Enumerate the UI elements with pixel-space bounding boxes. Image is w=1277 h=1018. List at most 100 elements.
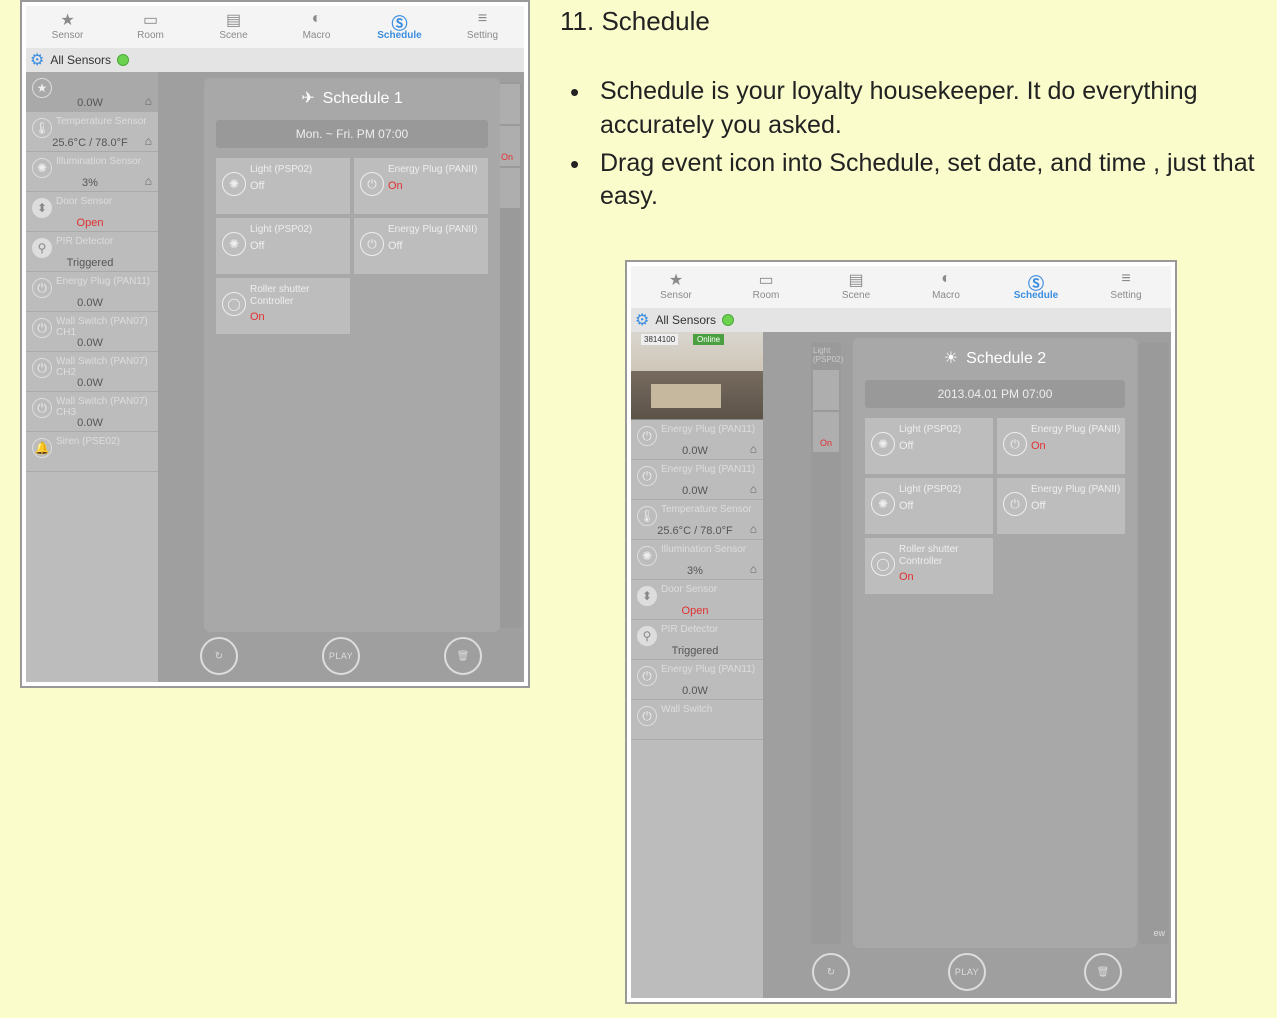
device-tile[interactable]: ⏻Energy Plug (PANII)On [997,418,1125,474]
sensor-value: 0.0W [30,337,150,349]
sensor-row[interactable]: ⏻Energy Plug (PAN11)0.0W⌂ [631,420,763,460]
setting-icon: ≡ [478,10,487,28]
camera-thumbnail[interactable]: 3814100 Online [631,332,763,420]
play-button[interactable]: PLAY [948,953,986,991]
tab-schedule[interactable]: ⓈSchedule [358,6,441,48]
sensor-row[interactable]: ✺Illumination Sensor3%⌂ [631,540,763,580]
tab-schedule[interactable]: ⓈSchedule [991,266,1081,308]
sensor-icon: ⏻ [637,706,657,726]
tab-macro[interactable]: ◐Macro [275,6,358,48]
device-tile[interactable]: ⏻Energy Plug (PANII)Off [997,478,1125,534]
sensor-row[interactable]: ⏻Wall Switch (PAN07) CH30.0W [26,392,158,432]
sensor-label: Door Sensor [661,580,763,595]
device-grid: ✺Light (PSP02)Off⏻Energy Plug (PANII)On✺… [853,418,1137,594]
schedule-card[interactable]: ✈Schedule 1 Mon. ~ Fri. PM 07:00 ✺Light … [204,78,500,632]
sensor-icon: ⚲ [32,238,52,258]
sensor-row[interactable]: ⏻Wall Switch (PAN07) CH10.0W [26,312,158,352]
sensor-row[interactable]: ⏻Energy Plug (PAN11)0.0W⌂ [631,460,763,500]
sensor-row[interactable]: ⏻ Wall Switch [631,700,763,740]
sensor-row[interactable]: ⏻Wall Switch (PAN07) CH20.0W [26,352,158,392]
device-state: On [250,311,265,323]
refresh-button[interactable]: ↻ [200,637,238,675]
trash-button[interactable]: 🗑 [444,637,482,675]
device-name: Light (PSP02) [250,158,350,176]
macro-icon: ◐ [941,270,951,288]
device-name: Roller shutter Controller [250,278,350,307]
device-state: Off [899,440,913,452]
gear-icon[interactable]: ⚙ [635,310,649,330]
sensor-row[interactable]: 🌡Temperature Sensor25.6°C / 78.0°F⌂ [26,112,158,152]
add-new-label[interactable]: ew [1153,928,1165,938]
sensor-row[interactable]: ⬍Door SensorOpen [26,192,158,232]
sensor-value: 3% [30,177,150,189]
sensor-label: Energy Plug (PAN11) [56,272,158,287]
device-tile[interactable]: ✺Light (PSP02)Off [865,418,993,474]
device-tile[interactable]: ⏻Energy Plug (PANII)Off [354,218,488,274]
device-state: Off [250,180,264,192]
sensor-icon: ⏻ [637,666,657,686]
sensor-label: Wall Switch [661,700,763,715]
tab-macro[interactable]: ◐Macro [901,266,991,308]
device-tile[interactable]: ⏻Energy Plug (PANII)On [354,158,488,214]
star-icon: ★ [669,270,683,290]
sensor-value: 0.0W [30,377,150,389]
gear-icon[interactable]: ⚙ [30,50,44,70]
sensor-list[interactable]: ★0.0W⌂🌡Temperature Sensor25.6°C / 78.0°F… [26,72,158,682]
device-tile[interactable]: ✺Light (PSP02)Off [865,478,993,534]
action-row: ↻ PLAY 🗑 [158,636,524,676]
schedule-time-bar[interactable]: 2013.04.01 PM 07:00 [865,380,1125,408]
tab-room[interactable]: ▭Room [721,266,811,308]
sensor-list[interactable]: ⏻Energy Plug (PAN11)0.0W⌂⏻Energy Plug (P… [631,420,763,998]
sensor-label: PIR Detector [661,620,763,635]
camera-status-badge: Online [693,334,724,345]
sensor-value: 0.0W [635,445,755,457]
device-state: On [899,571,914,583]
device-name: Roller shutter Controller [899,538,993,567]
refresh-button[interactable]: ↻ [812,953,850,991]
schedule-main: Light (PSP02) On ☀Schedule 2 2013.04.01 … [763,332,1171,998]
trash-button[interactable]: 🗑 [1084,953,1122,991]
tab-room[interactable]: ▭Room [109,6,192,48]
sensor-row[interactable]: ⬍Door SensorOpen [631,580,763,620]
schedule-title-icon: ☀ [944,350,958,367]
bullet-list: Schedule is your loyalty housekeeper. It… [600,75,1277,218]
sensor-label: Temperature Sensor [661,500,763,515]
schedule-card[interactable]: ☀Schedule 2 2013.04.01 PM 07:00 ✺Light (… [853,338,1137,948]
sensor-icon: ⚲ [637,626,657,646]
sensor-row[interactable]: 🌡Temperature Sensor25.6°C / 78.0°F⌂ [631,500,763,540]
device-tile[interactable]: ✺Light (PSP02)Off [216,158,350,214]
sensor-row[interactable]: ⏻Energy Plug (PAN11)0.0W [26,272,158,312]
sensor-row[interactable]: ✺Illumination Sensor3%⌂ [26,152,158,192]
sensor-row[interactable]: ⏻Energy Plug (PAN11)0.0W [631,660,763,700]
sensor-value: 0.0W [635,685,755,697]
tab-setting[interactable]: ≡Setting [1081,266,1171,308]
scene-icon: ▤ [848,270,863,290]
sensor-label: Energy Plug (PAN11) [661,460,763,475]
sensor-row[interactable]: ⚲PIR DetectorTriggered [26,232,158,272]
sensor-row[interactable]: ★0.0W⌂ [26,72,158,112]
sensor-value: 0.0W [30,97,150,109]
play-button[interactable]: PLAY [322,637,360,675]
tab-sensor[interactable]: ★Sensor [26,6,109,48]
all-sensors-strip: ⚙ All Sensors [26,48,524,72]
tab-setting[interactable]: ≡Setting [441,6,524,48]
sensor-value: Open [30,217,150,229]
sensor-label: Temperature Sensor [56,112,158,127]
schedule-card-prev[interactable]: Light (PSP02) On [811,342,841,944]
sensor-icon: ✺ [637,546,657,566]
sensor-value: 0.0W [635,485,755,497]
tab-sensor[interactable]: ★Sensor [631,266,721,308]
schedule-time-bar[interactable]: Mon. ~ Fri. PM 07:00 [216,120,488,148]
device-icon: ✺ [871,432,895,456]
device-tile[interactable]: ◯Roller shutter ControllerOn [865,538,993,594]
device-tile[interactable]: ◯Roller shutter ControllerOn [216,278,350,334]
sensor-row[interactable]: 🔔Siren (PSE02) [26,432,158,472]
schedule-card-next[interactable] [1139,342,1169,944]
macro-icon: ◐ [312,10,322,28]
home-icon: ⌂ [145,174,152,188]
tab-scene[interactable]: ▤Scene [811,266,901,308]
status-led-icon [117,54,129,66]
tab-scene[interactable]: ▤Scene [192,6,275,48]
device-tile[interactable]: ✺Light (PSP02)Off [216,218,350,274]
sensor-row[interactable]: ⚲PIR DetectorTriggered [631,620,763,660]
